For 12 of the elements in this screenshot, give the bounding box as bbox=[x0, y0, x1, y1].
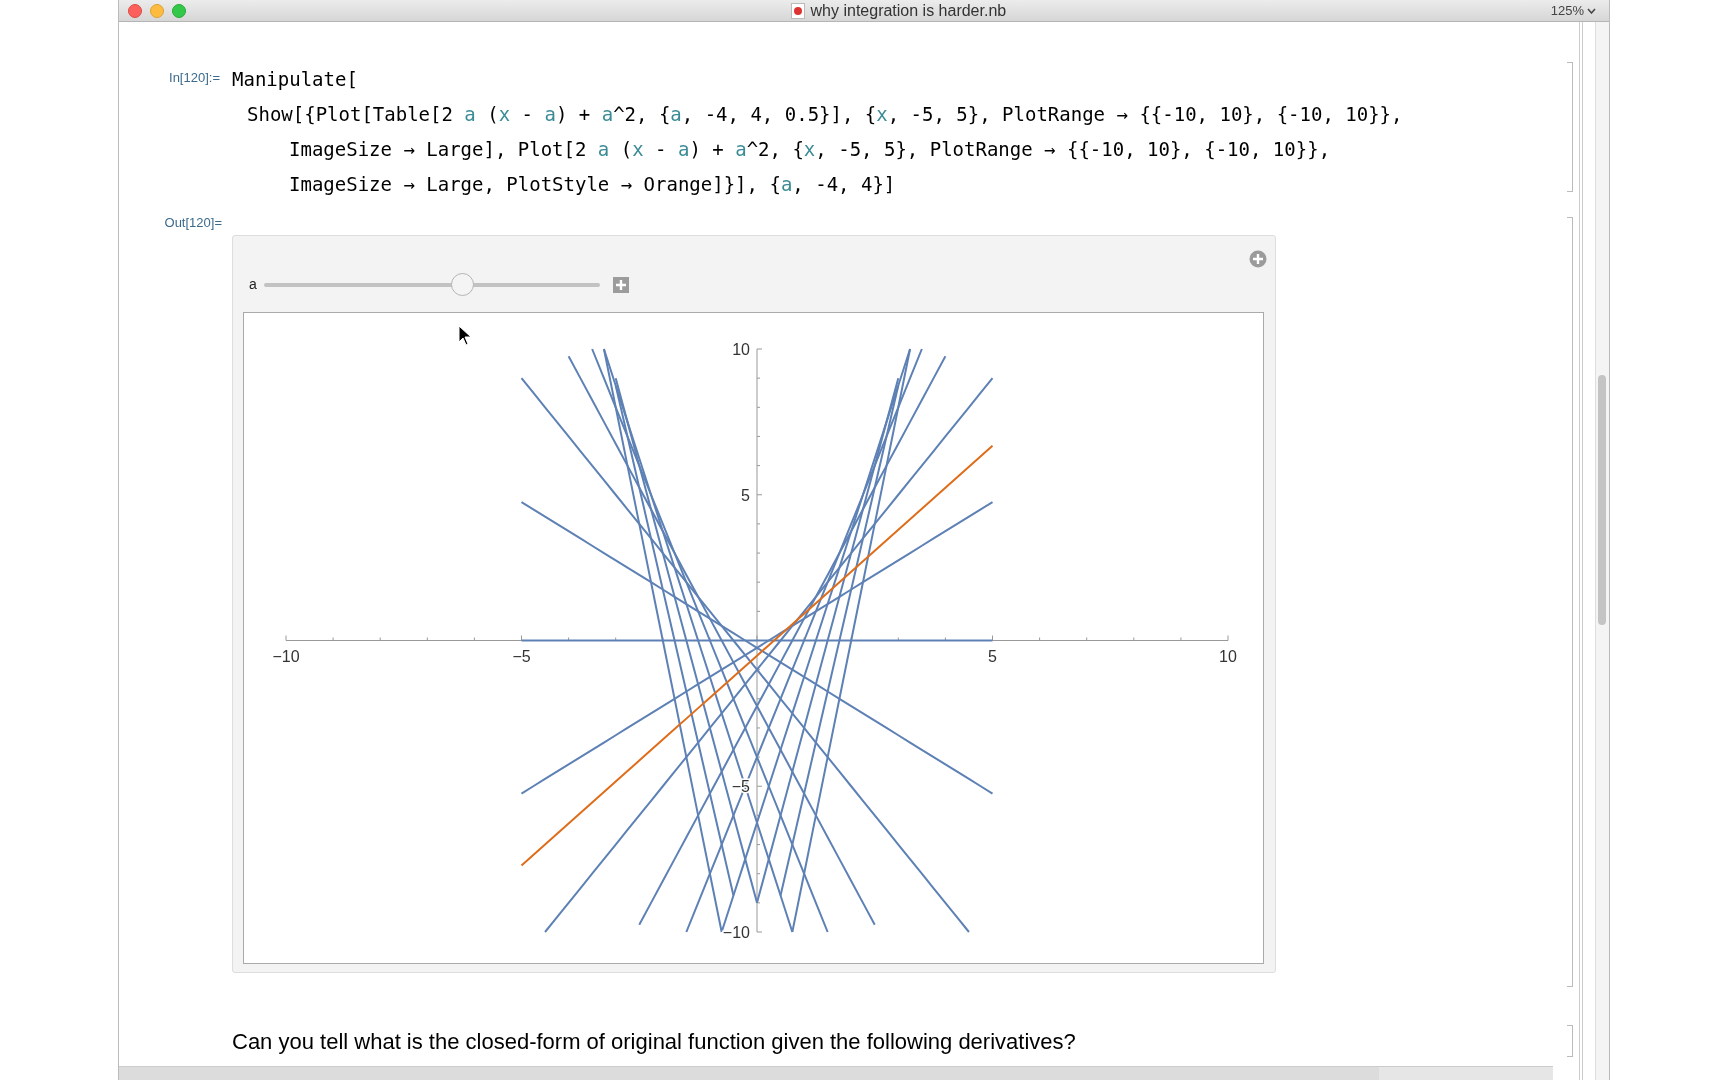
question-text: Can you tell what is the closed-form of original function given the following derivatives? bbox=[232, 1028, 1077, 1056]
tick-label: 5 bbox=[988, 647, 997, 664]
output-label: Out[120]= bbox=[163, 214, 223, 232]
tick-label: −10 bbox=[722, 923, 750, 941]
window-title: why integration is harder.nb bbox=[810, 0, 1007, 21]
tick-label: 5 bbox=[741, 486, 750, 504]
tick-label: 10 bbox=[1219, 647, 1237, 664]
tick-label: −10 bbox=[272, 647, 300, 664]
input-label: In[120]:= bbox=[168, 69, 221, 87]
slider-label: a bbox=[249, 275, 258, 294]
tick-label: 10 bbox=[732, 340, 750, 358]
tick-label: −5 bbox=[512, 647, 531, 664]
